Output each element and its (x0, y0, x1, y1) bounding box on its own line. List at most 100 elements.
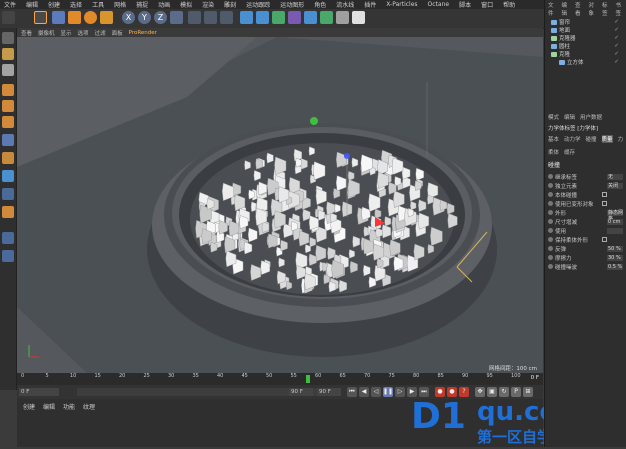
keyframe-dot-icon[interactable] (548, 228, 553, 233)
attribute-subtab[interactable]: 碰撞 (586, 135, 597, 143)
keyframe-dot-icon[interactable] (548, 255, 553, 260)
material-menu-item[interactable]: 功能 (63, 402, 75, 411)
object-manager-tab[interactable]: 查看 (575, 1, 584, 17)
menu-item[interactable]: 捕捉 (136, 0, 148, 9)
menu-item[interactable]: 雕刻 (224, 0, 236, 9)
keyframe-dot-icon[interactable] (548, 219, 553, 224)
menu-item[interactable]: 网格 (114, 0, 126, 9)
edges-mode-icon[interactable] (2, 100, 14, 112)
keyframe-dot-icon[interactable] (548, 246, 553, 251)
render-settings-icon[interactable] (220, 11, 233, 24)
range-slider[interactable] (77, 388, 317, 396)
subdivision-icon[interactable] (272, 11, 285, 24)
menu-item[interactable]: 流水线 (336, 0, 354, 9)
menu-item[interactable]: 编辑 (26, 0, 38, 9)
menu-item[interactable]: 渲染 (202, 0, 214, 9)
viewport-menu-item[interactable]: 选项 (78, 29, 89, 37)
object-manager-tab[interactable]: 书签 (616, 1, 625, 17)
3d-viewport[interactable] (17, 37, 543, 373)
start-frame-field[interactable]: 0 F (19, 388, 59, 396)
visibility-check-icon[interactable]: ✓ (614, 27, 619, 33)
attribute-subtab[interactable]: 动力学 (564, 135, 581, 143)
material-menu-item[interactable]: 创建 (23, 402, 35, 411)
axis-x-icon[interactable]: X (122, 11, 135, 24)
attribute-checkbox[interactable] (602, 237, 607, 242)
viewport-menu-item[interactable]: 过滤 (95, 29, 106, 37)
prev-frame-icon[interactable]: ◁ (371, 387, 381, 397)
move-icon[interactable] (52, 11, 65, 24)
workplane-icon[interactable] (2, 188, 14, 200)
attribute-checkbox[interactable] (602, 201, 607, 206)
prev-key-icon[interactable]: ◀ (359, 387, 369, 397)
recent-tool-icon[interactable] (100, 11, 113, 24)
lock-workplane-icon[interactable] (2, 232, 14, 244)
attribute-value-field[interactable]: 无 (607, 173, 623, 180)
attribute-subtab[interactable]: 缓存 (564, 148, 575, 156)
attribute-value-field[interactable] (607, 227, 623, 234)
y-axis-handle[interactable] (310, 117, 318, 125)
attribute-subtab[interactable]: 柔体 (548, 148, 559, 156)
viewport-menu-item[interactable]: 摄像机 (38, 29, 55, 37)
model-mode-icon[interactable] (2, 48, 14, 60)
material-menu-item[interactable]: 纹理 (83, 402, 95, 411)
scale-icon[interactable] (68, 11, 81, 24)
tweak-mode-icon[interactable] (2, 152, 14, 164)
object-row[interactable]: 克隆 ✓ (551, 50, 626, 58)
visibility-check-icon[interactable]: ✓ (614, 43, 619, 49)
menu-item[interactable]: 脚本 (459, 0, 471, 9)
timeline-ruler[interactable]: 0 5 10 15 20 25 30 35 40 45 50 55 60 65 70 75 80 85 90 95 10… (17, 373, 543, 385)
object-row[interactable]: 立方体 ✓ (551, 58, 626, 66)
axis-mode-icon[interactable] (2, 134, 14, 146)
keyframe-dot-icon[interactable] (548, 210, 553, 215)
keyframe-dot-icon[interactable] (548, 201, 553, 206)
menu-item[interactable]: 插件 (364, 0, 376, 9)
object-manager-tab[interactable]: 文件 (548, 1, 557, 17)
menu-item[interactable]: 窗口 (481, 0, 493, 9)
viewport-menu-item[interactable]: 查看 (21, 29, 32, 37)
object-row[interactable]: 地面 ✓ (551, 26, 626, 34)
axis-y-icon[interactable]: Y (138, 11, 151, 24)
menu-item[interactable]: 帮助 (503, 0, 515, 9)
deformer-icon[interactable] (304, 11, 317, 24)
axis-z-icon[interactable]: Z (154, 11, 167, 24)
attribute-checkbox[interactable] (602, 192, 607, 197)
undo-icon[interactable] (2, 11, 15, 24)
attribute-value-field[interactable]: 30 % (607, 254, 623, 261)
light-icon[interactable] (352, 11, 365, 24)
menu-item[interactable]: Octane (428, 1, 450, 8)
keyframe-dot-icon[interactable] (548, 174, 553, 179)
attribute-value-field[interactable]: 0 cm (607, 218, 623, 225)
menu-item[interactable]: 创建 (48, 0, 60, 9)
render-picture-icon[interactable] (204, 11, 217, 24)
attribute-value-field[interactable]: 0.5 % (607, 263, 623, 270)
playhead-marker[interactable] (306, 375, 310, 383)
visibility-check-icon[interactable]: ✓ (614, 51, 619, 57)
solo-icon[interactable] (2, 206, 14, 218)
points-mode-icon[interactable] (2, 84, 14, 96)
material-menu-item[interactable]: 编辑 (43, 402, 55, 411)
menu-item[interactable]: 文件 (4, 0, 16, 9)
menu-item[interactable]: 工具 (92, 0, 104, 9)
make-editable-icon[interactable] (2, 32, 14, 44)
texture-mode-icon[interactable] (2, 64, 14, 76)
attribute-tab[interactable]: 模式 (548, 113, 559, 121)
snap-icon[interactable] (2, 170, 14, 182)
viewport-menu-item[interactable]: 显示 (61, 29, 72, 37)
rotate-icon[interactable] (84, 11, 97, 24)
attribute-value-field[interactable]: 静态网格 (607, 209, 623, 222)
visibility-check-icon[interactable]: ✓ (614, 35, 619, 41)
grid-icon[interactable] (2, 250, 14, 262)
render-view-icon[interactable] (188, 11, 201, 24)
pen-icon[interactable] (256, 11, 269, 24)
attribute-subtab[interactable]: 基本 (548, 135, 559, 143)
goto-start-icon[interactable]: ⏮ (347, 387, 357, 397)
object-row[interactable]: 圆柱 ✓ (551, 42, 626, 50)
end-frame-field[interactable]: 90 F (289, 388, 313, 396)
object-manager-tab[interactable]: 标签 (602, 1, 611, 17)
array-icon[interactable] (288, 11, 301, 24)
keyframe-dot-icon[interactable] (548, 192, 553, 197)
viewport-menu-item[interactable]: 面板 (112, 29, 123, 37)
viewport-menu-item[interactable]: ProRender (129, 30, 157, 36)
keyframe-dot-icon[interactable] (548, 183, 553, 188)
menu-item[interactable]: 动画 (158, 0, 170, 9)
